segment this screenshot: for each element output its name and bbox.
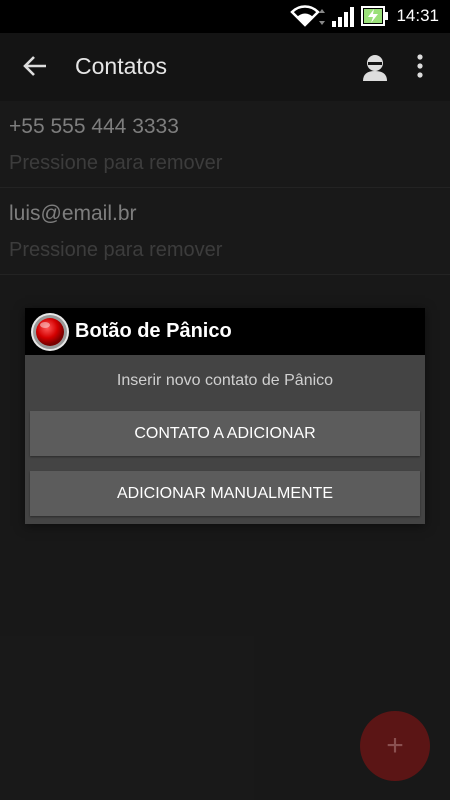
wifi-icon (290, 5, 320, 27)
dialog-message: Inserir novo contato de Pânico (116, 372, 334, 389)
status-bar: 14:31 (0, 0, 450, 33)
battery-charging-icon (361, 6, 388, 26)
page-title: Contatos (75, 53, 168, 79)
add-icon: + (386, 729, 404, 762)
status-time: 14:31 (396, 6, 439, 25)
app-bar: Contatos (0, 33, 450, 101)
dialog-title: Botão de Pânico (75, 320, 232, 342)
panic-dialog: Botão de Pânico Inserir novo contato de … (25, 308, 425, 524)
more-vert-icon[interactable] (410, 53, 430, 79)
add-manually-button[interactable]: ADICIONAR MANUALMENTE (30, 471, 420, 516)
person-icon[interactable] (360, 52, 390, 82)
dialog-header: Botão de Pânico (25, 308, 425, 355)
data-arrows-icon (319, 9, 325, 25)
panic-button-logo (31, 313, 69, 351)
cell-signal-icon (332, 7, 354, 27)
add-contact-button[interactable]: CONTATO A ADICIONAR (30, 411, 420, 456)
arrow-back-icon[interactable] (22, 53, 48, 79)
add-contact-fab[interactable]: + (360, 711, 430, 781)
